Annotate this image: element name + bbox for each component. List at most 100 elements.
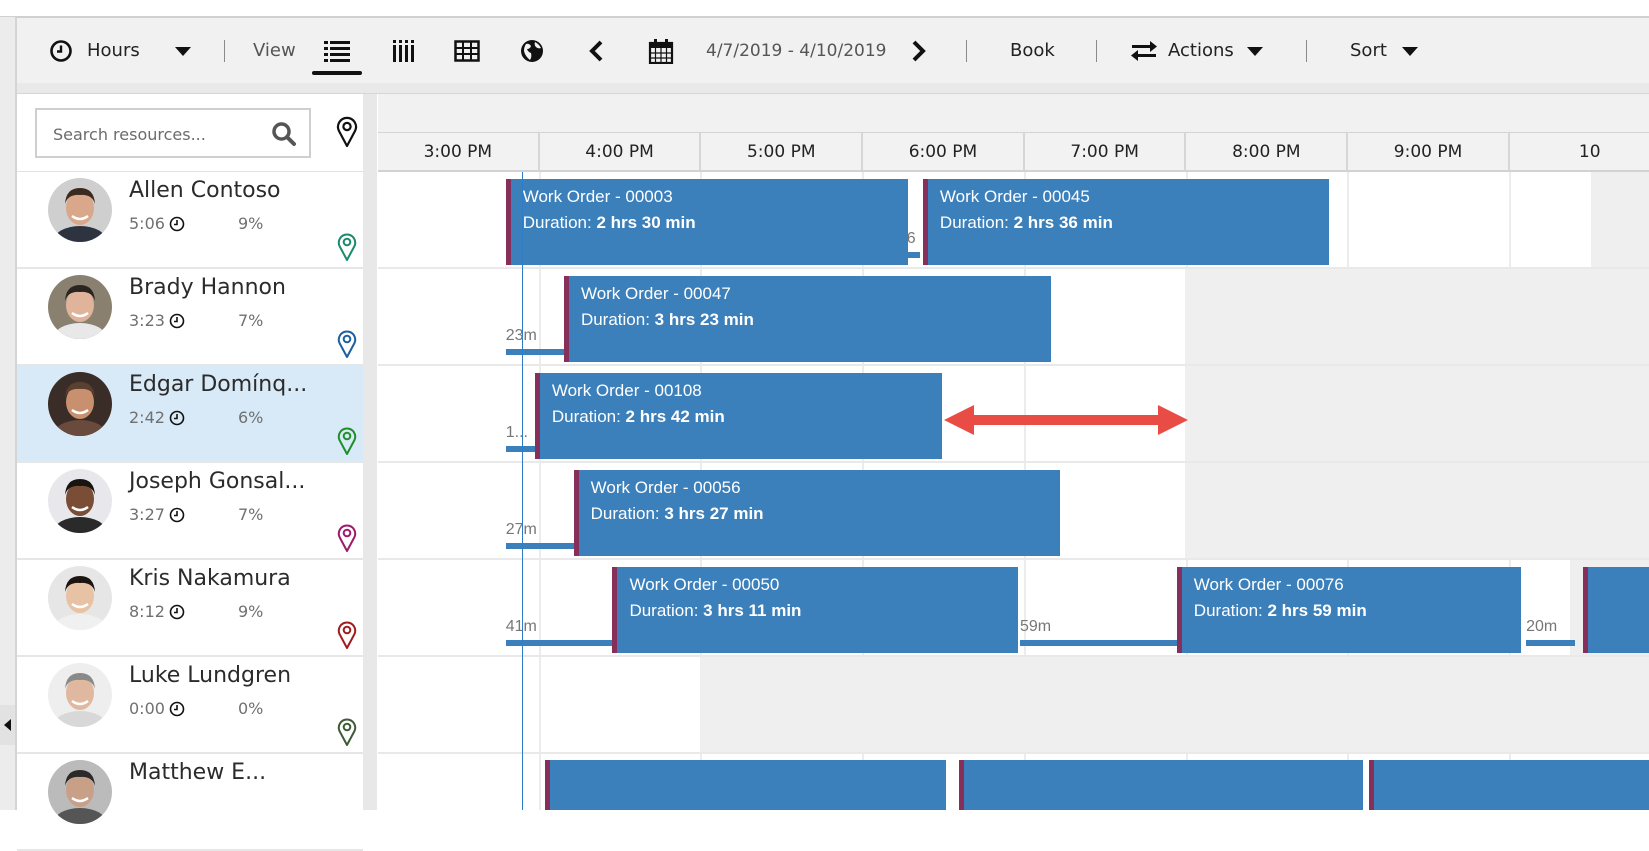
panel-scrollbar[interactable] — [363, 94, 377, 810]
collapse-panel-button[interactable] — [0, 705, 15, 745]
map-view-button[interactable] — [520, 18, 544, 83]
resource-name: Joseph Gonsal... — [129, 469, 306, 494]
vertical-view-button[interactable] — [392, 18, 416, 83]
active-view-indicator — [312, 71, 362, 75]
booking-title: Work Order - 00108 — [551, 381, 702, 400]
booking-title: Work Order - 00045 — [939, 187, 1090, 206]
booking-card[interactable]: Work Order - 00056 Duration: 3 hrs 27 mi… — [573, 470, 1061, 556]
resource-panel: Allen Contoso 5:06 9% — [17, 94, 363, 851]
schedule-row[interactable]: 6 Work Order - 00003 Duration: 2 hrs 30 … — [378, 172, 1649, 269]
clock-icon — [169, 507, 185, 522]
location-pin-icon[interactable] — [337, 426, 357, 456]
non-working-hours — [1184, 269, 1649, 364]
current-time-indicator — [521, 172, 523, 810]
chevron-down-icon — [1401, 46, 1418, 56]
booking-card[interactable]: Work Order - 00003 Duration: 2 hrs 30 mi… — [505, 179, 909, 265]
duration-label: Duration: — [590, 504, 665, 523]
location-pin-icon[interactable] — [337, 620, 357, 650]
resource-name: Kris Nakamura — [129, 566, 291, 591]
search-input[interactable] — [51, 120, 255, 148]
location-pin-icon[interactable] — [337, 329, 357, 359]
hour-header-cell: 4:00 PM — [540, 133, 702, 170]
grid-view-button[interactable] — [454, 18, 480, 83]
book-button[interactable]: Book — [1010, 18, 1055, 83]
hour-header-cell: 10 — [1510, 133, 1649, 170]
utilization-percent: 0% — [238, 699, 264, 718]
avatar — [48, 663, 112, 727]
resource-row[interactable]: Allen Contoso 5:06 9% — [17, 172, 363, 269]
booking-title: Work Order - 00076 — [1193, 575, 1344, 594]
duration-value: 2 hrs 30 min — [596, 213, 696, 232]
resource-booked-hours: 2:42 — [129, 408, 185, 427]
previous-range-button[interactable] — [587, 18, 605, 83]
date-range[interactable]: 4/7/2019 - 4/10/2019 — [706, 18, 886, 83]
vertical-view-icon — [393, 39, 414, 62]
duration-value: 2 hrs 59 min — [1267, 601, 1367, 620]
avatar — [48, 372, 112, 436]
resource-name: Luke Lundgren — [129, 663, 292, 688]
toolbar-divider — [17, 83, 1649, 94]
schedule-row[interactable] — [378, 657, 1649, 754]
resource-booked-hours: 3:27 — [129, 505, 185, 524]
location-pin-icon[interactable] — [337, 523, 357, 553]
booking-card[interactable]: Work Order - 00047 Duration: 3 hrs 23 mi… — [563, 276, 1051, 362]
booking-card[interactable] — [1369, 760, 1649, 810]
sort-dropdown[interactable]: Sort — [1350, 18, 1419, 83]
avatar-photo — [48, 372, 112, 436]
booking-title: Work Order - 00047 — [580, 284, 731, 303]
avatar-photo — [48, 178, 112, 242]
resource-search-area — [17, 94, 363, 173]
booking-card[interactable]: Work Order - 00050 Duration: 3 hrs 11 mi… — [612, 567, 1019, 653]
duration-value: 3 hrs 23 min — [654, 310, 754, 329]
non-working-hours — [1184, 366, 1649, 461]
duration-label: Duration: — [551, 407, 626, 426]
resource-row[interactable]: Kris Nakamura 8:12 9% — [17, 560, 363, 657]
resource-row[interactable]: Edgar Domínq... 2:42 6% — [17, 366, 363, 463]
avatar-photo — [48, 760, 112, 824]
location-pin-icon[interactable] — [337, 232, 357, 262]
booking-card[interactable] — [958, 760, 1364, 810]
booked-hours-value: 2:42 — [129, 408, 165, 427]
resource-name: Edgar Domínq... — [129, 372, 308, 397]
resource-row[interactable]: Joseph Gonsal... 3:27 7% — [17, 463, 363, 560]
schedule-row[interactable]: 27m Work Order - 00056 Duration: 3 hrs 2… — [378, 463, 1649, 560]
actions-dropdown[interactable]: Actions — [1130, 18, 1264, 83]
utilization-percent: 7% — [238, 505, 264, 524]
booked-hours-value: 5:06 — [129, 214, 165, 233]
resource-row[interactable]: Brady Hannon 3:23 7% — [17, 269, 363, 366]
globe-icon — [521, 39, 543, 62]
duration-label: Duration: — [522, 213, 597, 232]
toolbar-separator — [966, 40, 967, 62]
left-collapsed-pane — [0, 17, 17, 810]
schedule-row[interactable] — [378, 754, 1649, 810]
avatar — [48, 760, 112, 824]
clock-icon — [169, 216, 185, 231]
schedule-row[interactable]: 23m Work Order - 00047 Duration: 3 hrs 2… — [378, 269, 1649, 366]
hours-dropdown[interactable]: Hours — [49, 18, 192, 83]
calendar-button[interactable] — [648, 18, 674, 83]
booking-card[interactable]: Work Order - 00045 Duration: 2 hrs 36 mi… — [922, 179, 1329, 265]
window-top-strip — [0, 0, 1649, 18]
chevron-down-icon — [174, 46, 191, 56]
resource-row[interactable]: Matthew E... — [17, 754, 363, 851]
booking-card[interactable] — [1582, 567, 1649, 653]
map-pin-filter-icon[interactable] — [336, 116, 358, 148]
search-box[interactable] — [35, 108, 311, 158]
location-pin-icon[interactable] — [337, 717, 357, 747]
travel-time-bar — [908, 252, 920, 258]
duration-value: 3 hrs 11 min — [703, 601, 802, 620]
avatar-photo — [48, 275, 112, 339]
booking-duration: Duration: 2 hrs 42 min — [552, 407, 725, 427]
actions-label: Actions — [1168, 40, 1234, 61]
search-icon[interactable] — [271, 121, 297, 147]
travel-time-label: 59m — [1019, 618, 1052, 635]
booking-card[interactable]: Work Order - 00108 Duration: 2 hrs 42 mi… — [534, 373, 943, 459]
resource-row[interactable]: Luke Lundgren 0:00 0% — [17, 657, 363, 754]
next-range-button[interactable] — [910, 18, 928, 83]
clock-icon — [50, 39, 72, 62]
avatar — [48, 566, 112, 630]
booking-card[interactable] — [544, 760, 947, 810]
schedule-row[interactable]: 41m59m20m Work Order - 00050 Duration: 3… — [378, 560, 1649, 657]
utilization-percent: 7% — [238, 311, 264, 330]
booking-card[interactable]: Work Order - 00076 Duration: 2 hrs 59 mi… — [1176, 567, 1522, 653]
